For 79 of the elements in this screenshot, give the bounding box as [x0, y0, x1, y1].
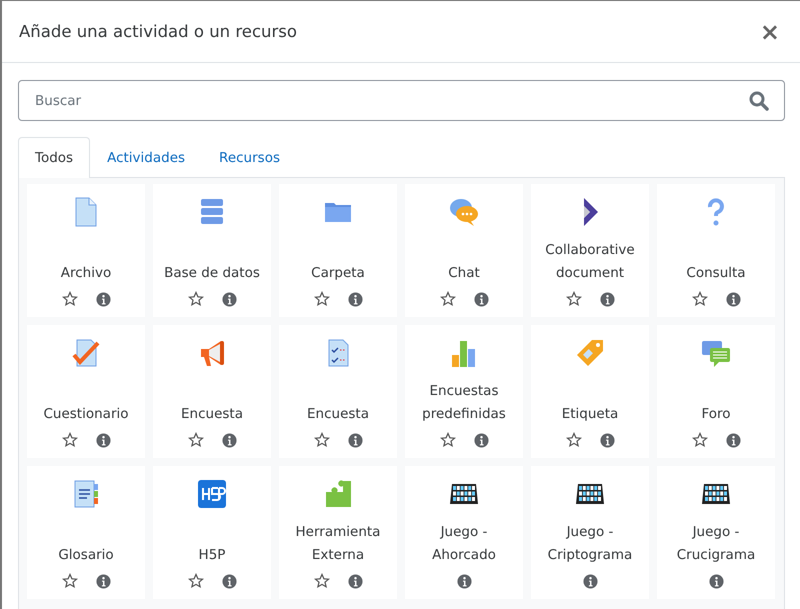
- info-icon[interactable]: [348, 432, 362, 448]
- activity-card[interactable]: Juego - Ahorcado: [405, 466, 523, 599]
- activity-card[interactable]: Juego - Crucigrama: [657, 466, 775, 599]
- star-icon[interactable]: [62, 432, 78, 448]
- info-icon[interactable]: [708, 574, 724, 588]
- tab[interactable]: Actividades: [90, 137, 202, 178]
- activity-label: Chat: [448, 264, 480, 283]
- activity-label: Foro: [701, 405, 731, 424]
- activity-label: Glosario: [58, 546, 114, 565]
- star-icon[interactable]: [188, 573, 204, 589]
- star-icon[interactable]: [62, 573, 78, 589]
- activity-label: Archivo: [60, 264, 112, 283]
- activity-card[interactable]: Cuestionario: [27, 325, 145, 458]
- activity-card[interactable]: Collaborative document: [531, 184, 649, 317]
- activity-card[interactable]: Etiqueta: [531, 325, 649, 458]
- activity-label: Encuestas predefinidas: [421, 382, 507, 424]
- star-icon[interactable]: [314, 573, 330, 589]
- close-button[interactable]: ×: [756, 18, 784, 46]
- activity-card[interactable]: Glosario: [27, 466, 145, 599]
- activity-label: Collaborative document: [544, 241, 636, 283]
- info-icon[interactable]: [600, 292, 614, 306]
- activity-card[interactable]: Foro: [657, 325, 775, 458]
- dialog-title: Añade una actividad o un recurso: [19, 22, 297, 41]
- star-icon[interactable]: [314, 291, 330, 307]
- activity-label: H5P: [198, 546, 226, 565]
- star-icon[interactable]: [692, 291, 708, 307]
- info-icon[interactable]: [222, 292, 236, 306]
- info-icon[interactable]: [96, 292, 110, 306]
- star-icon[interactable]: [188, 432, 204, 448]
- activity-label: Herramienta Externa: [294, 523, 382, 565]
- activity-card[interactable]: Carpeta: [279, 184, 397, 317]
- activity-card[interactable]: H5P: [153, 466, 271, 599]
- search-icon: [749, 91, 769, 111]
- activity-label: Encuesta: [307, 405, 369, 424]
- activity-card[interactable]: Herramienta Externa: [279, 466, 397, 599]
- activity-card[interactable]: Consulta: [657, 184, 775, 317]
- info-icon[interactable]: [348, 574, 362, 588]
- info-icon[interactable]: [222, 432, 236, 448]
- activity-label: Etiqueta: [562, 405, 618, 424]
- activity-label: Juego - Ahorcado: [431, 523, 497, 565]
- activity-card[interactable]: Encuestas predefinidas: [405, 325, 523, 458]
- activity-card[interactable]: Juego - Criptograma: [531, 466, 649, 599]
- info-icon[interactable]: [600, 432, 614, 448]
- star-icon[interactable]: [188, 291, 204, 307]
- h5p-logo-icon: [196, 478, 228, 510]
- info-icon[interactable]: [96, 574, 110, 588]
- star-icon[interactable]: [692, 432, 708, 448]
- speech-bubbles-icon: [448, 196, 480, 228]
- star-icon[interactable]: [440, 432, 456, 448]
- star-icon[interactable]: [440, 291, 456, 307]
- info-icon[interactable]: [456, 574, 472, 588]
- activity-card[interactable]: Encuesta: [153, 325, 271, 458]
- info-icon[interactable]: [726, 432, 740, 448]
- info-icon[interactable]: [474, 432, 488, 448]
- info-icon[interactable]: [348, 292, 362, 306]
- activity-label: Juego - Criptograma: [546, 523, 634, 565]
- info-icon[interactable]: [474, 292, 488, 306]
- activity-card[interactable]: Encuesta: [279, 325, 397, 458]
- info-icon[interactable]: [222, 574, 236, 588]
- info-icon[interactable]: [96, 432, 110, 448]
- activity-label: Juego - Crucigrama: [676, 523, 756, 565]
- info-icon[interactable]: [582, 574, 598, 588]
- activity-label: Cuestionario: [43, 405, 128, 424]
- star-icon[interactable]: [566, 432, 582, 448]
- activity-label: Base de datos: [164, 264, 260, 283]
- search-field[interactable]: Buscar: [18, 80, 785, 121]
- star-icon[interactable]: [566, 291, 582, 307]
- activity-card[interactable]: Chat: [405, 184, 523, 317]
- info-icon[interactable]: [726, 292, 740, 306]
- checkmark-document-icon: [70, 337, 102, 369]
- activity-card[interactable]: Base de datos: [153, 184, 271, 317]
- activity-label: Encuesta: [181, 405, 243, 424]
- activity-card[interactable]: Archivo: [27, 184, 145, 317]
- tab[interactable]: Todos: [18, 137, 90, 178]
- activity-label: Carpeta: [311, 264, 365, 283]
- activity-label: Consulta: [686, 264, 746, 283]
- tab[interactable]: Recursos: [202, 137, 297, 178]
- star-icon[interactable]: [62, 291, 78, 307]
- star-icon[interactable]: [314, 432, 330, 448]
